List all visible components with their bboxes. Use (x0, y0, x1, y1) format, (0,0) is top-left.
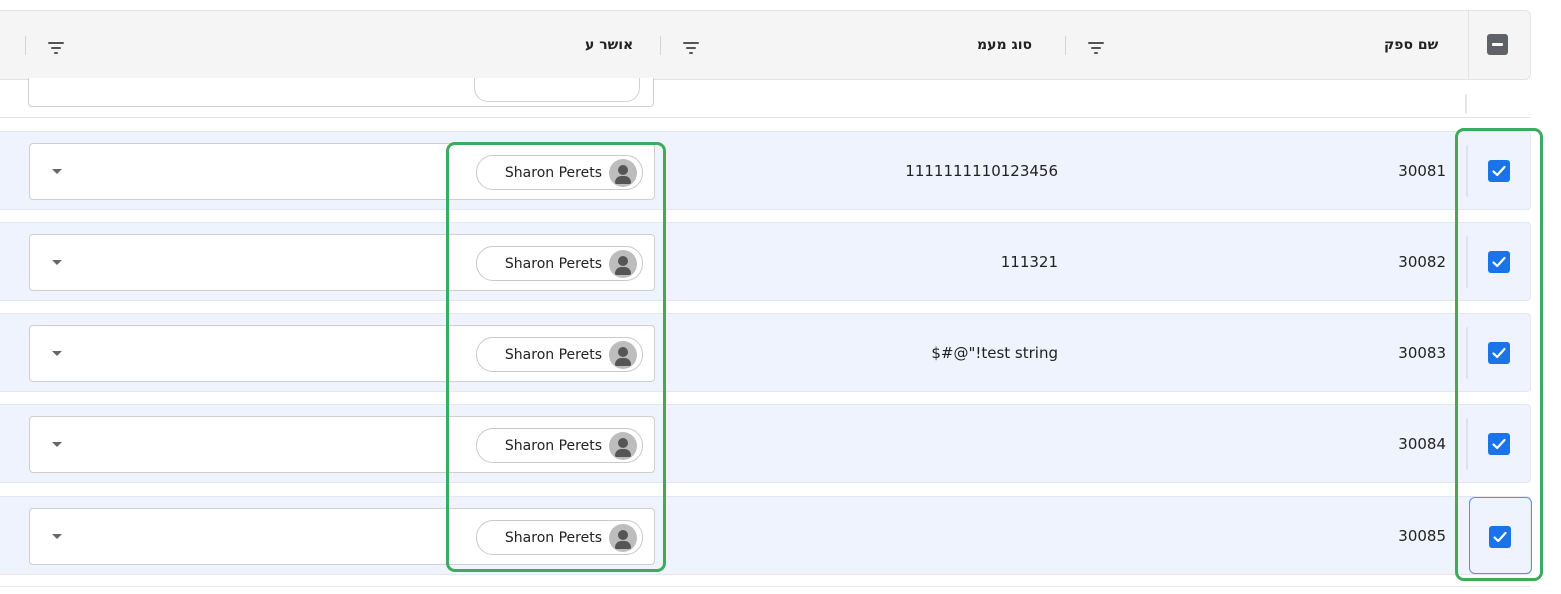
assignee-chip-partial[interactable] (474, 78, 640, 102)
supplier-id-cell: 30085 (1398, 526, 1446, 545)
assignee-field[interactable]: Sharon Perets (29, 234, 655, 291)
row-divider (1466, 236, 1468, 288)
assignee-chip[interactable]: Sharon Perets (476, 246, 643, 281)
assignee-name: Sharon Perets (504, 437, 602, 454)
vat-type-cell: $#@"!test string (931, 343, 1058, 362)
assignee-chip[interactable]: Sharon Perets (476, 337, 643, 372)
assignee-field[interactable]: Sharon Perets (29, 416, 655, 473)
table-row[interactable]: Sharon Perets 30085 (0, 496, 1532, 575)
person-icon (609, 340, 637, 369)
minus-box-icon[interactable] (1487, 34, 1508, 55)
table-row[interactable]: Sharon Perets $#@"!test string 30083 (0, 313, 1531, 392)
check-icon[interactable] (1488, 160, 1510, 182)
row-divider (1466, 418, 1468, 470)
assignee-name: Sharon Perets (504, 164, 602, 181)
filter-icon[interactable] (682, 40, 700, 56)
assignee-name: Sharon Perets (504, 255, 602, 272)
row-divider (1466, 327, 1468, 379)
person-icon (609, 158, 637, 187)
supplier-id-cell: 30082 (1398, 252, 1446, 271)
grid-bottom-border (0, 586, 1531, 587)
header-vat-type[interactable]: סוג מעמ (977, 11, 1032, 79)
assignee-chip[interactable]: Sharon Perets (476, 155, 643, 190)
row-divider (1465, 94, 1467, 114)
table-row[interactable]: Sharon Perets 30084 (0, 404, 1531, 483)
assignee-name: Sharon Perets (504, 529, 602, 546)
filter-icon[interactable] (1087, 40, 1105, 56)
assignee-field[interactable]: Sharon Perets (29, 143, 655, 200)
supplier-id-cell: 30084 (1398, 434, 1446, 453)
header-separator (660, 36, 661, 55)
person-icon (609, 431, 637, 460)
caret-down-icon[interactable] (52, 534, 62, 539)
person-icon (609, 523, 637, 552)
caret-down-icon[interactable] (52, 351, 62, 356)
header-select-separator (1468, 10, 1469, 80)
table-row-partial (0, 78, 1531, 118)
table-row[interactable]: Sharon Perets 111321 30082 (0, 222, 1531, 301)
assignee-field[interactable]: Sharon Perets (29, 325, 655, 382)
header-supplier-name[interactable]: שם ספק (1384, 11, 1438, 79)
grid-header: ו אושר ע סוג מעמ שם ספק (0, 10, 1531, 80)
header-label-supplier-name: שם ספק (1384, 37, 1439, 53)
assignee-chip[interactable]: Sharon Perets (476, 520, 643, 555)
supplier-id-cell: 30083 (1398, 343, 1446, 362)
row-divider (1466, 145, 1468, 197)
supplier-id-cell: 30081 (1398, 161, 1446, 180)
vat-type-cell: 1111111110123456 (905, 161, 1058, 180)
assignee-name: Sharon Perets (504, 346, 602, 363)
check-icon[interactable] (1488, 342, 1510, 364)
row-select-cell[interactable] (1469, 314, 1532, 391)
check-icon[interactable] (1488, 251, 1510, 273)
caret-down-icon[interactable] (52, 169, 62, 174)
row-select-cell[interactable] (1469, 132, 1532, 209)
header-label-approved-by: אושר ע (585, 37, 634, 53)
header-label-vat-type: סוג מעמ (977, 37, 1033, 53)
check-icon[interactable] (1489, 526, 1511, 548)
row-select-cell[interactable] (1469, 223, 1532, 300)
vat-type-cell: 111321 (1000, 252, 1058, 271)
check-icon[interactable] (1488, 433, 1510, 455)
header-approved-by[interactable]: אושר ע (585, 11, 633, 79)
caret-down-icon[interactable] (52, 442, 62, 447)
filter-icon[interactable] (47, 40, 65, 56)
assignee-chip[interactable]: Sharon Perets (476, 428, 643, 463)
header-separator (1065, 36, 1066, 55)
header-separator (25, 36, 26, 55)
data-grid: ו אושר ע סוג מעמ שם ספק Sharon (0, 0, 1543, 594)
table-row[interactable]: Sharon Perets 1111111110123456 30081 (0, 131, 1531, 210)
caret-down-icon[interactable] (52, 260, 62, 265)
person-icon (609, 249, 637, 278)
row-select-cell[interactable] (1469, 497, 1532, 574)
row-select-cell[interactable] (1469, 405, 1532, 482)
assignee-field[interactable]: Sharon Perets (29, 508, 655, 565)
